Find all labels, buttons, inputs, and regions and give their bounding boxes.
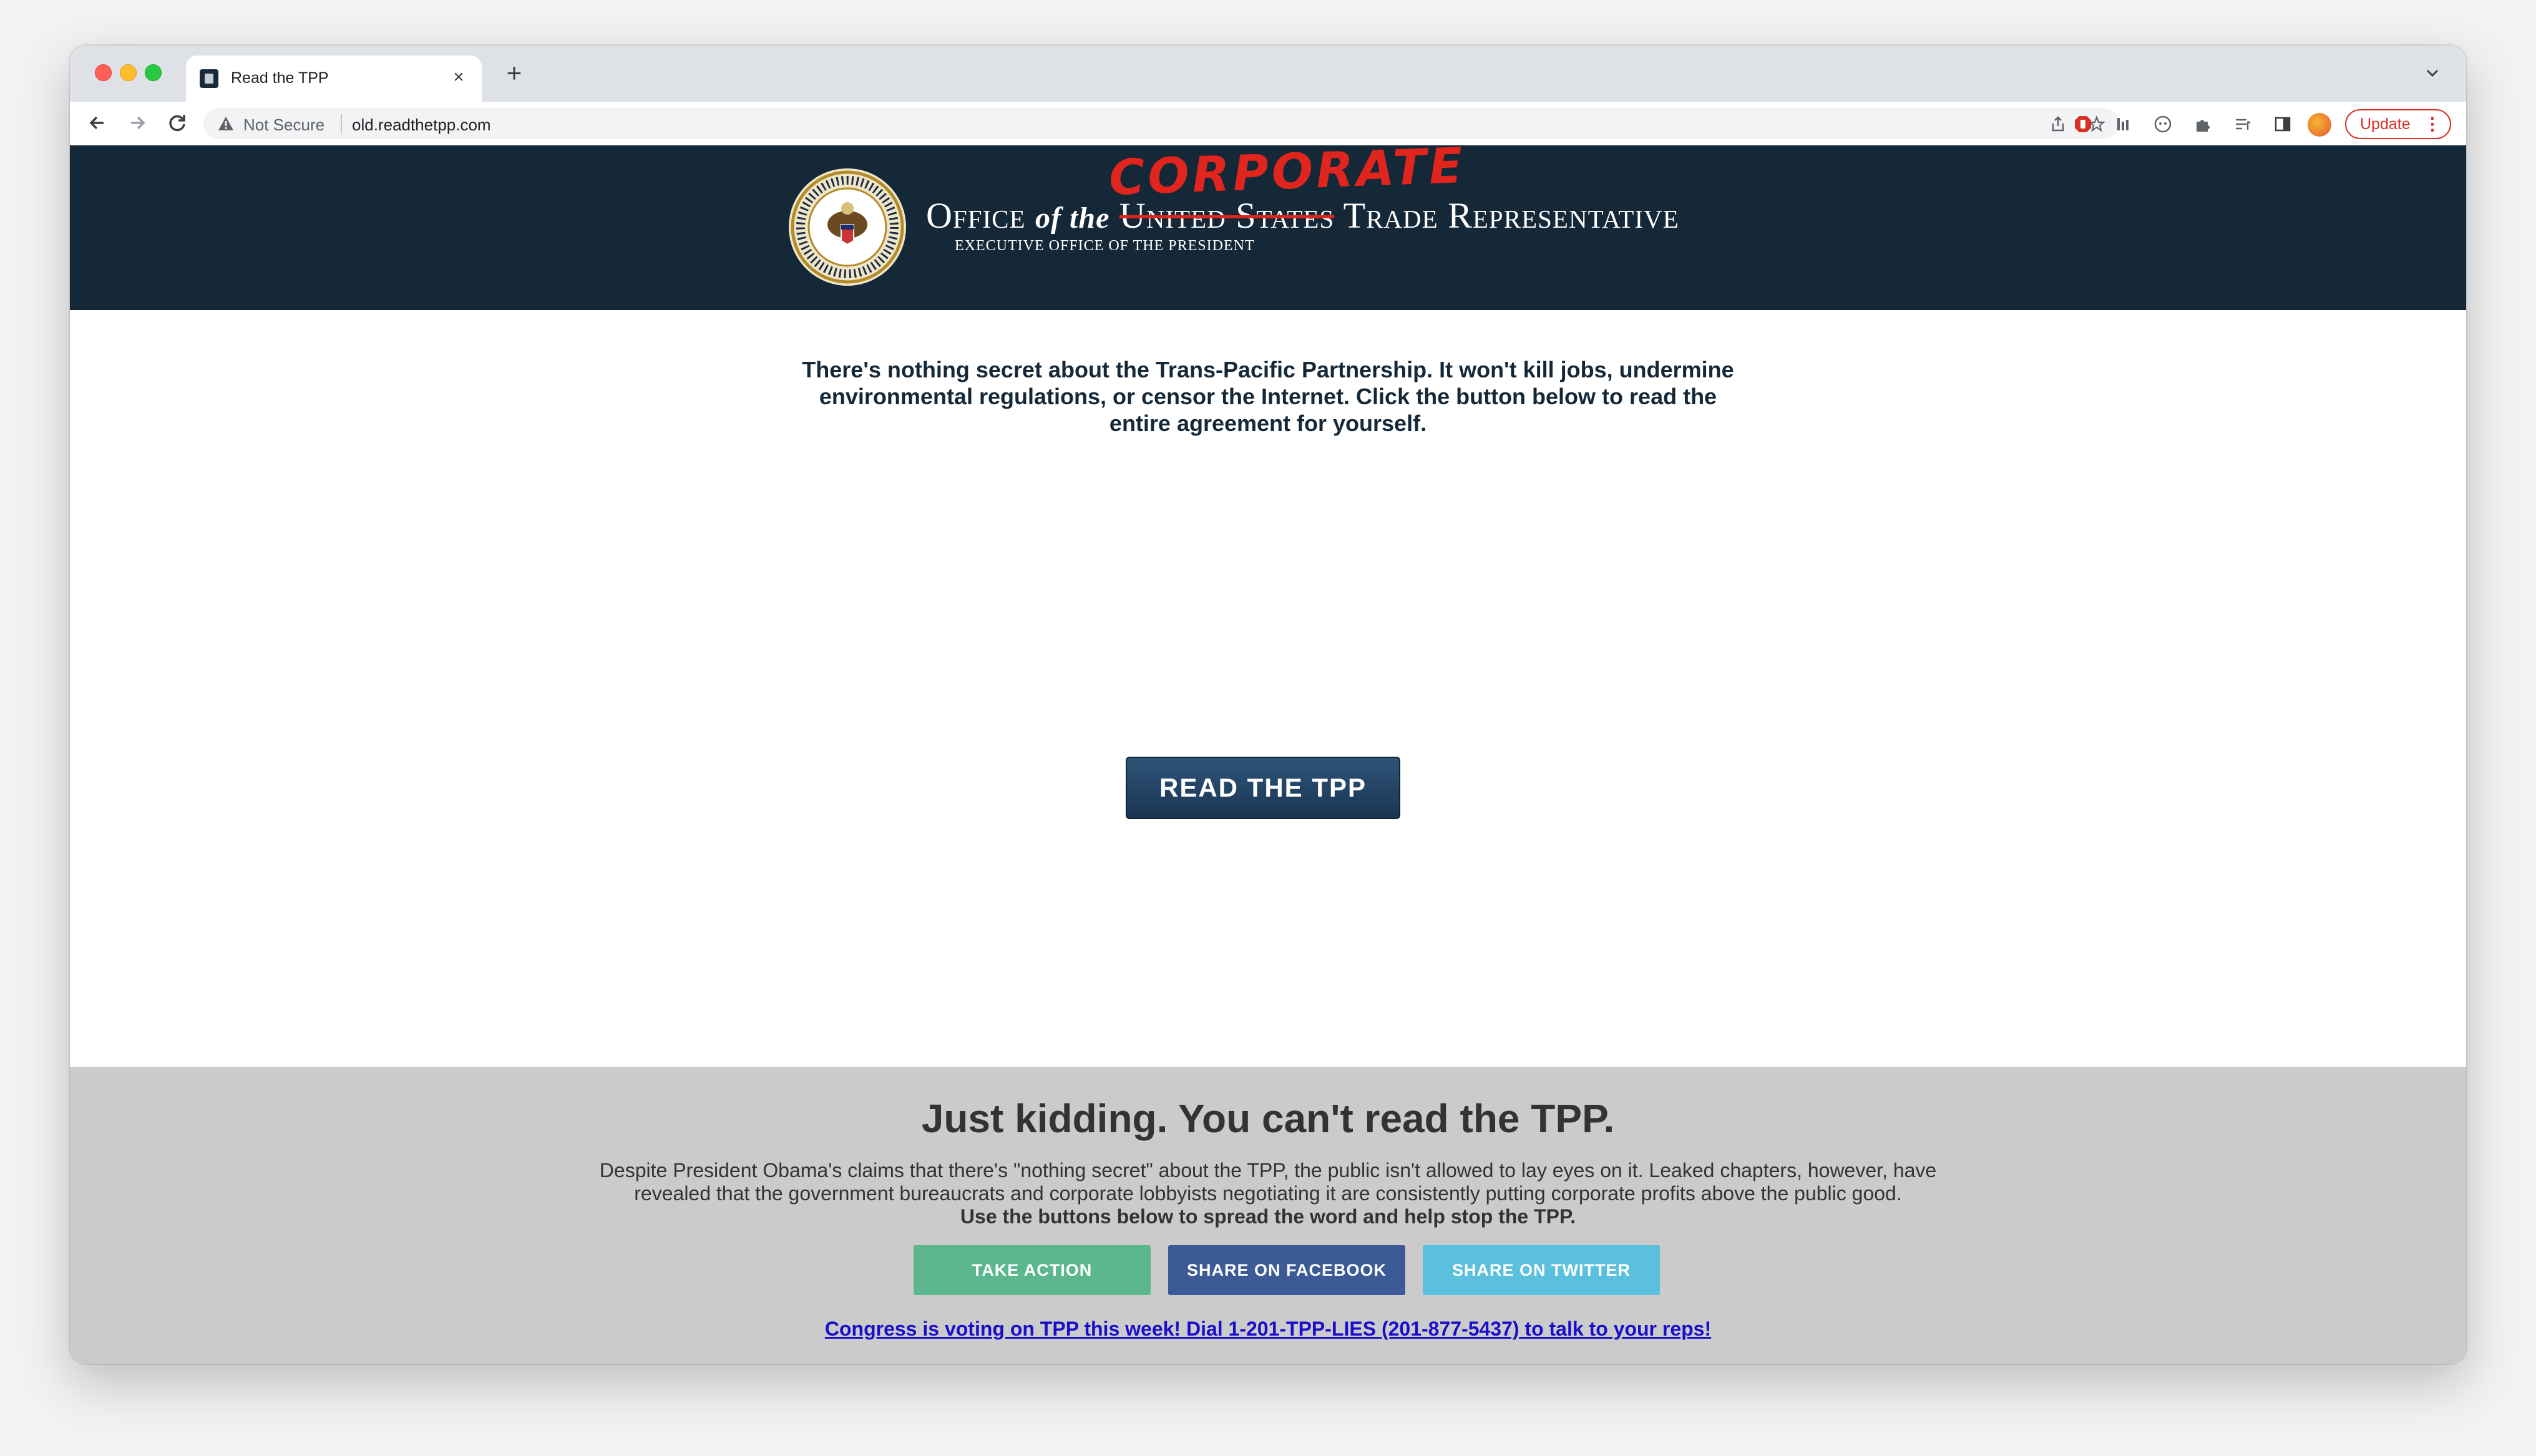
address-bar[interactable]: Not Secure old.readthetpp.com: [203, 108, 2119, 139]
reload-icon[interactable]: [163, 109, 191, 137]
call-to-action: Use the buttons below to spread the word…: [960, 1205, 1576, 1228]
new-tab-button[interactable]: +: [500, 59, 528, 87]
browser-window: Read the TPP × + Not Secure old.readthet…: [70, 46, 2466, 1364]
tab-bar: Read the TPP × +: [70, 46, 2466, 102]
share-twitter-button[interactable]: SHARE ON TWITTER: [1423, 1245, 1660, 1295]
of-the-word: of the: [1035, 201, 1110, 235]
office-title: Office of the United States Trade Repres…: [926, 195, 1679, 236]
tab-search-chevron-icon[interactable]: [2420, 61, 2445, 85]
browser-toolbar: Not Secure old.readthetpp.com Update ⋮: [70, 102, 2466, 147]
reading-list-icon[interactable]: [2233, 114, 2253, 134]
menu-dots-icon[interactable]: ⋮: [2424, 110, 2441, 138]
address-divider: [341, 114, 342, 133]
back-arrow-icon[interactable]: [84, 109, 111, 137]
congress-call-link[interactable]: Congress is voting on TPP this week! Dia…: [70, 1318, 2466, 1341]
forward-arrow-icon[interactable]: [124, 109, 151, 137]
adblock-extension-icon[interactable]: [2073, 114, 2093, 134]
warning-triangle-icon[interactable]: [217, 115, 235, 132]
kidding-headline: Just kidding. You can't read the TPP.: [921, 1096, 1615, 1141]
presidential-seal-icon[interactable]: [788, 167, 907, 287]
trade-representative-word: Trade Representative: [1343, 195, 1679, 236]
minimize-window-button[interactable]: [120, 64, 137, 81]
side-panel-icon[interactable]: [2273, 114, 2293, 134]
executive-office-subtitle: EXECUTIVE OFFICE OF THE PRESIDENT: [955, 238, 1255, 254]
tab-read-the-tpp[interactable]: Read the TPP ×: [186, 56, 482, 102]
puzzle-extensions-icon[interactable]: [2193, 114, 2213, 134]
url-text[interactable]: old.readthetpp.com: [352, 115, 491, 135]
security-status-label[interactable]: Not Secure: [243, 115, 324, 135]
update-button[interactable]: Update ⋮: [2345, 109, 2451, 139]
intro-text: There's nothing secret about the Trans-P…: [802, 357, 1734, 436]
maximize-window-button[interactable]: [145, 64, 162, 81]
share-icon[interactable]: [2049, 115, 2067, 133]
site-favicon-icon: [200, 69, 218, 88]
close-window-button[interactable]: [95, 64, 112, 81]
take-action-button[interactable]: TAKE ACTION: [914, 1245, 1151, 1295]
bars-extension-icon[interactable]: [2113, 114, 2133, 134]
read-the-tpp-button[interactable]: READ THE TPP: [1126, 757, 1400, 819]
share-facebook-button[interactable]: SHARE ON FACEBOOK: [1168, 1245, 1405, 1295]
description-text: Despite President Obama's claims that th…: [594, 1159, 1942, 1228]
profile-avatar[interactable]: [2308, 113, 2331, 137]
office-word: Office: [926, 195, 1026, 236]
circle-extension-icon[interactable]: [2153, 114, 2173, 134]
tab-title: Read the TPP: [231, 69, 329, 87]
site-header: Office of the United States Trade Repres…: [70, 138, 2466, 310]
page-content: Office of the United States Trade Repres…: [70, 138, 2466, 1364]
description-body: Despite President Obama's claims that th…: [599, 1159, 1937, 1205]
bottom-section: Just kidding. You can't read the TPP. De…: [70, 1067, 2466, 1364]
update-label: Update: [2360, 115, 2411, 133]
tab-close-icon[interactable]: ×: [447, 66, 471, 89]
